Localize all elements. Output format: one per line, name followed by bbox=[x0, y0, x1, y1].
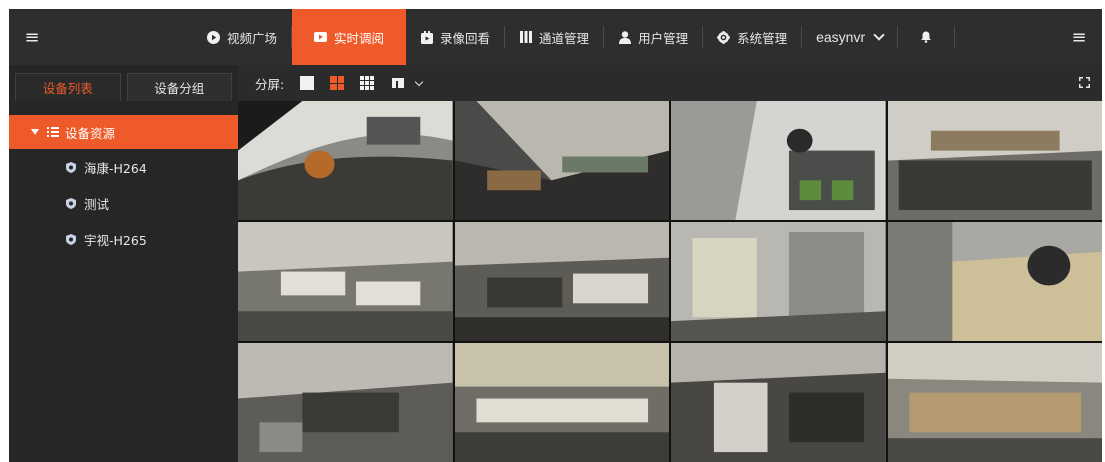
camera-feed-image bbox=[454, 101, 669, 220]
tab-device-list[interactable]: 设备列表 bbox=[15, 73, 121, 101]
video-cell[interactable] bbox=[887, 343, 1102, 462]
video-cell[interactable] bbox=[671, 222, 886, 341]
nav-label: 实时调阅 bbox=[334, 30, 385, 46]
username: easynvr bbox=[816, 29, 866, 45]
tree-item-device[interactable]: 宇视-H265 bbox=[9, 221, 238, 257]
nav-channel-management[interactable]: 通道管理 bbox=[505, 9, 603, 65]
user-icon bbox=[618, 30, 631, 44]
tab-label: 设备分组 bbox=[154, 81, 205, 96]
gear-icon bbox=[717, 30, 731, 44]
camera-feed-image bbox=[454, 343, 669, 462]
nav-label: 视频广场 bbox=[227, 30, 278, 46]
nav-live-view[interactable]: 实时调阅 bbox=[292, 9, 407, 65]
chevron-down-icon[interactable] bbox=[414, 77, 424, 86]
camera-feed-image bbox=[887, 222, 1102, 341]
nav-label: 用户管理 bbox=[638, 30, 689, 46]
camera-feed-image bbox=[238, 343, 453, 462]
nav-user-management[interactable]: 用户管理 bbox=[604, 9, 702, 65]
video-cell[interactable] bbox=[887, 222, 1102, 341]
expand-arrow-icon[interactable] bbox=[31, 129, 39, 135]
user-menu[interactable]: easynvr bbox=[802, 9, 897, 65]
camera-feed-image bbox=[671, 222, 886, 341]
channel-icon bbox=[519, 31, 532, 44]
tree-item-device[interactable]: 海康-H264 bbox=[9, 149, 238, 185]
video-cell[interactable] bbox=[671, 343, 886, 462]
camera-feed-image bbox=[238, 101, 453, 220]
split-custom-icon[interactable] bbox=[392, 78, 405, 88]
tree-item-label: 海康-H264 bbox=[84, 160, 147, 176]
nav-label: 通道管理 bbox=[539, 30, 590, 46]
camera-feed-image bbox=[238, 222, 453, 341]
nav-label: 系统管理 bbox=[737, 30, 788, 46]
top-nav-bar: ≡ 视频广场 实时调阅 录像回看 通道管理 用户管理 系统管理 easynvr … bbox=[9, 9, 1102, 65]
camera-feed-image bbox=[887, 101, 1102, 220]
menu-toggle-icon[interactable]: ≡ bbox=[9, 9, 55, 65]
video-cell[interactable] bbox=[454, 222, 669, 341]
camera-feed-image bbox=[454, 222, 669, 341]
nav-system-management[interactable]: 系统管理 bbox=[703, 9, 801, 65]
video-camera-icon bbox=[314, 31, 328, 44]
tree-root-device-resources[interactable]: 设备资源 bbox=[9, 115, 238, 149]
shield-camera-icon bbox=[66, 233, 76, 245]
play-circle-icon bbox=[207, 30, 220, 44]
nav-label: 录像回看 bbox=[440, 30, 491, 46]
more-menu-icon[interactable]: ≡ bbox=[1056, 9, 1102, 65]
video-cell[interactable] bbox=[887, 101, 1102, 220]
tab-device-group[interactable]: 设备分组 bbox=[126, 73, 232, 101]
video-cell[interactable] bbox=[454, 343, 669, 462]
app-window: ≡ 视频广场 实时调阅 录像回看 通道管理 用户管理 系统管理 easynvr … bbox=[9, 9, 1102, 462]
shield-camera-icon bbox=[66, 197, 76, 209]
list-icon bbox=[47, 127, 59, 137]
split-4-icon[interactable] bbox=[330, 76, 345, 90]
device-tree: 设备资源 海康-H264 测试 宇视-H265 bbox=[9, 115, 238, 257]
sidebar-tabs: 设备列表 设备分组 bbox=[9, 65, 238, 101]
tree-item-label: 宇视-H265 bbox=[84, 232, 147, 248]
video-cell[interactable] bbox=[671, 101, 886, 220]
video-cell[interactable] bbox=[238, 222, 453, 341]
tree-root-label: 设备资源 bbox=[65, 125, 116, 141]
camera-feed-image bbox=[671, 101, 886, 220]
video-cell[interactable] bbox=[454, 101, 669, 220]
nav-video-square[interactable]: 视频广场 bbox=[193, 9, 291, 65]
chevron-down-icon bbox=[873, 28, 885, 41]
tree-item-label: 测试 bbox=[84, 196, 110, 212]
split-9-icon[interactable] bbox=[360, 76, 375, 90]
video-cell[interactable] bbox=[238, 101, 453, 220]
split-toolbar: 分屏: bbox=[238, 65, 1102, 101]
video-cell[interactable] bbox=[238, 343, 453, 462]
camera-feed-image bbox=[887, 343, 1102, 462]
split-1-icon[interactable] bbox=[300, 76, 315, 90]
tree-item-device[interactable]: 测试 bbox=[9, 185, 238, 221]
nav-divider bbox=[954, 26, 956, 48]
fullscreen-icon[interactable] bbox=[1079, 77, 1090, 88]
nav-playback[interactable]: 录像回看 bbox=[406, 9, 504, 65]
recording-icon bbox=[420, 30, 433, 44]
video-grid bbox=[238, 101, 1102, 462]
split-label: 分屏: bbox=[255, 76, 285, 92]
device-sidebar: 设备列表 设备分组 设备资源 海康-H264 测试 宇视-H265 bbox=[9, 65, 238, 462]
camera-feed-image bbox=[671, 343, 886, 462]
main-nav: 视频广场 实时调阅 录像回看 通道管理 用户管理 系统管理 easynvr bbox=[193, 9, 956, 65]
notifications-button[interactable] bbox=[898, 9, 954, 65]
tab-label: 设备列表 bbox=[42, 81, 93, 96]
shield-camera-icon bbox=[66, 161, 76, 173]
bell-icon bbox=[921, 31, 932, 43]
